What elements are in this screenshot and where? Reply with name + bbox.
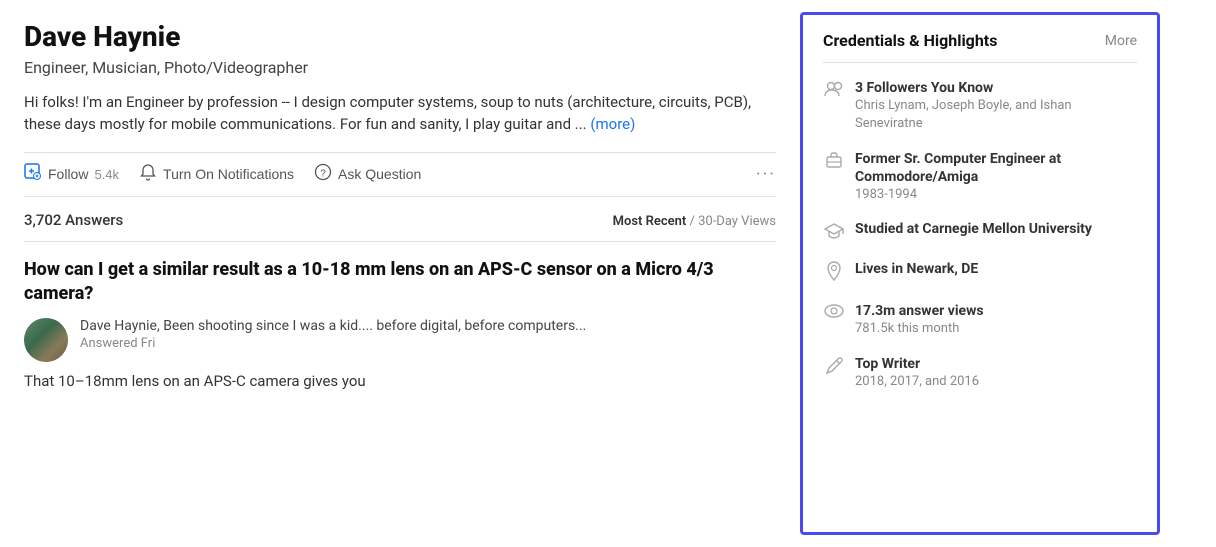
cred-content-0: 3 Followers You Know Chris Lynam, Joseph… (855, 79, 1137, 134)
cred-icon-briefcase (823, 151, 845, 174)
avatar-image (24, 318, 68, 362)
answer-date: Answered Fri (80, 336, 776, 351)
bell-icon (139, 163, 157, 186)
divider (24, 241, 776, 242)
cred-icon-views (823, 303, 845, 324)
sort-label[interactable]: Most Recent (613, 214, 687, 229)
profile-bio: Hi folks! I'm an Engineer by profession … (24, 91, 776, 136)
credentials-list: 3 Followers You Know Chris Lynam, Joseph… (823, 79, 1137, 391)
credentials-divider (823, 62, 1137, 63)
left-panel: Dave Haynie Engineer, Musician, Photo/Vi… (0, 0, 800, 547)
bio-more-link[interactable]: (more) (590, 115, 635, 133)
profile-tagline: Engineer, Musician, Photo/Videographer (24, 58, 776, 77)
cred-sub-0: Chris Lynam, Joseph Boyle, and Ishan Sen… (855, 97, 1137, 133)
cred-title-2: Studied at Carnegie Mellon University (855, 220, 1092, 238)
credential-item-0: 3 Followers You Know Chris Lynam, Joseph… (823, 79, 1137, 134)
credentials-more-button[interactable]: More (1105, 33, 1137, 49)
action-bar: Follow 5.4k Turn On Notifications ? Ask … (24, 152, 776, 197)
answer-author: Dave Haynie, Been shooting since I was a… (80, 318, 776, 334)
cred-content-4: 17.3m answer views 781.5k this month (855, 302, 984, 338)
cred-sub-5: 2018, 2017, and 2016 (855, 373, 979, 391)
follow-icon (24, 163, 42, 186)
cred-title-0: 3 Followers You Know (855, 79, 1137, 97)
cred-title-4: 17.3m answer views (855, 302, 984, 320)
question-title[interactable]: How can I get a similar result as a 10-1… (24, 258, 776, 307)
svg-text:?: ? (320, 168, 326, 179)
profile-name: Dave Haynie (24, 20, 776, 54)
credentials-title: Credentials & Highlights (823, 31, 997, 50)
answer-preview: Dave Haynie, Been shooting since I was a… (24, 318, 776, 362)
credential-item-1: Former Sr. Computer Engineer at Commodor… (823, 150, 1137, 205)
answers-count: 3,702 Answers (24, 211, 123, 229)
credential-item-2: Studied at Carnegie Mellon University (823, 220, 1137, 244)
cred-sub-4: 781.5k this month (855, 320, 984, 338)
credential-item-4: 17.3m answer views 781.5k this month (823, 302, 1137, 338)
bio-text: Hi folks! I'm an Engineer by profession … (24, 93, 751, 134)
avatar (24, 318, 68, 362)
cred-content-3: Lives in Newark, DE (855, 260, 978, 278)
credential-item-3: Lives in Newark, DE (823, 260, 1137, 286)
notifications-button[interactable]: Turn On Notifications (139, 163, 294, 186)
cred-content-2: Studied at Carnegie Mellon University (855, 220, 1092, 238)
cred-title-3: Lives in Newark, DE (855, 260, 978, 278)
cred-icon-writer (823, 356, 845, 381)
answers-sort: Most Recent / 30-Day Views (613, 214, 776, 229)
cred-sub-1: 1983-1994 (855, 186, 1137, 204)
follow-button[interactable]: Follow 5.4k (24, 163, 119, 186)
sort-secondary[interactable]: 30-Day Views (698, 214, 776, 229)
answer-text-preview: That 10–18mm lens on an APS-C camera giv… (24, 370, 776, 393)
more-options-button[interactable]: ··· (756, 164, 776, 185)
cred-icon-location (823, 261, 845, 286)
cred-icon-graduation (823, 221, 845, 244)
follow-count: 5.4k (94, 167, 119, 182)
ask-label: Ask Question (338, 166, 421, 182)
answers-header: 3,702 Answers Most Recent / 30-Day Views (24, 211, 776, 229)
notifications-label: Turn On Notifications (163, 166, 294, 182)
ask-question-button[interactable]: ? Ask Question (314, 163, 421, 186)
question-icon: ? (314, 163, 332, 186)
credentials-panel: Credentials & Highlights More 3 Follower… (800, 12, 1160, 535)
cred-icon-followers (823, 80, 845, 103)
cred-content-1: Former Sr. Computer Engineer at Commodor… (855, 150, 1137, 205)
credentials-header: Credentials & Highlights More (823, 31, 1137, 50)
cred-content-5: Top Writer 2018, 2017, and 2016 (855, 355, 979, 391)
answer-meta: Dave Haynie, Been shooting since I was a… (80, 318, 776, 362)
sort-sep: / (686, 214, 698, 229)
follow-label: Follow (48, 166, 88, 182)
cred-title-1: Former Sr. Computer Engineer at Commodor… (855, 150, 1137, 186)
cred-title-5: Top Writer (855, 355, 979, 373)
credential-item-5: Top Writer 2018, 2017, and 2016 (823, 355, 1137, 391)
